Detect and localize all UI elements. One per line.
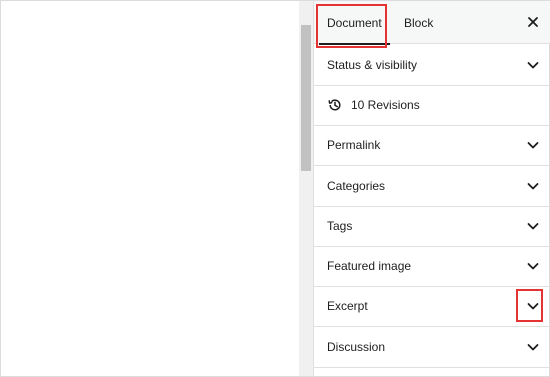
editor-scrollbar[interactable] [299, 1, 313, 376]
chevron-down-icon [527, 223, 539, 230]
panel-discussion[interactable]: Discussion [314, 327, 550, 368]
panel-label: Tags [327, 219, 353, 233]
panel-label: Status & visibility [327, 58, 418, 72]
panel-label: Discussion [327, 340, 386, 354]
tab-block-label: Block [404, 15, 434, 30]
close-sidebar-button[interactable] [524, 13, 542, 31]
chevron-down-icon [527, 344, 539, 351]
chevron-down-icon [527, 142, 539, 149]
chevron-down-icon [527, 263, 539, 270]
panel-revisions[interactable]: 10 Revisions [314, 85, 550, 126]
chevron-down-icon [527, 62, 539, 69]
panel-tags[interactable]: Tags [314, 206, 550, 247]
panel-excerpt[interactable]: Excerpt [314, 286, 550, 327]
tab-block[interactable]: Block [398, 1, 439, 44]
sidebar-header: Document Block [314, 1, 550, 45]
panel-status-visibility[interactable]: Status & visibility [314, 45, 550, 86]
panel-categories[interactable]: Categories [314, 166, 550, 207]
panel-label: Featured image [327, 259, 412, 273]
scrollbar-thumb[interactable] [301, 25, 311, 171]
chevron-down-icon [527, 183, 539, 190]
tab-document-label: Document [327, 15, 382, 30]
panel-label: Permalink [327, 138, 381, 152]
panel-permalink[interactable]: Permalink [314, 125, 550, 166]
tab-document[interactable]: Document [319, 1, 390, 45]
panel-label: Categories [327, 179, 386, 193]
panel-label: Excerpt [327, 299, 368, 313]
revisions-icon [328, 99, 341, 111]
panel-featured-image[interactable]: Featured image [314, 246, 550, 287]
editor-canvas[interactable] [1, 1, 299, 376]
settings-sidebar: Document Block Status & visibility 10 Re… [313, 1, 550, 376]
panel-label: 10 Revisions [351, 98, 420, 112]
chevron-down-icon[interactable] [526, 299, 540, 313]
close-icon [528, 17, 538, 27]
